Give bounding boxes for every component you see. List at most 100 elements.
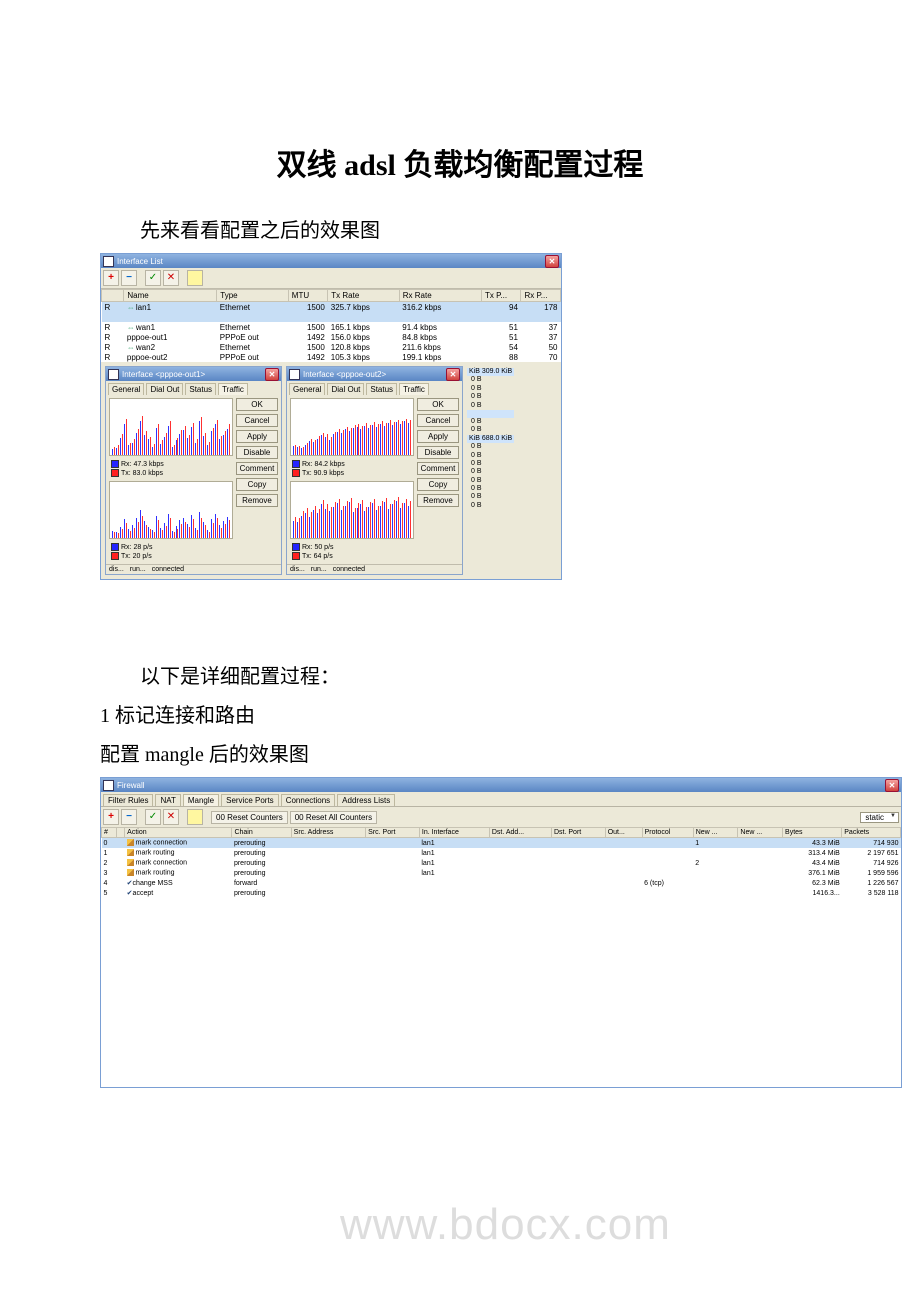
enable-button[interactable]: ✓ bbox=[145, 270, 161, 286]
table-row[interactable]: R pppoe-out2 PPPoE out1492 105.3 kbps199… bbox=[102, 352, 561, 362]
col[interactable]: New ... bbox=[693, 828, 738, 838]
comment-button[interactable] bbox=[187, 270, 203, 286]
intro-text: 先来看看配置之后的效果图 bbox=[100, 214, 820, 243]
copy-button[interactable]: Copy bbox=[236, 478, 278, 491]
col[interactable]: Dst. Port bbox=[552, 828, 606, 838]
tab-traffic[interactable]: Traffic bbox=[218, 383, 248, 395]
close-icon[interactable]: ✕ bbox=[545, 255, 559, 268]
window-icon bbox=[103, 780, 114, 791]
tab-address-lists[interactable]: Address Lists bbox=[337, 794, 395, 806]
interface-grid[interactable]: Name Type MTU Tx Rate Rx Rate Tx P... Rx… bbox=[101, 289, 561, 362]
reset-counters-button[interactable]: 00 Reset Counters bbox=[211, 811, 288, 824]
rx-color-icon bbox=[292, 543, 300, 551]
table-row[interactable]: R ⇔wan1 Ethernet1500 165.1 kbps91.4 kbps… bbox=[102, 322, 561, 332]
tab-dialout[interactable]: Dial Out bbox=[146, 383, 183, 395]
ok-button[interactable]: OK bbox=[236, 398, 278, 411]
table-row[interactable]: 5 ✔accept prerouting 1416.3... 3 528 118 bbox=[102, 888, 901, 898]
enable-button[interactable]: ✓ bbox=[145, 809, 161, 825]
tab-dialout[interactable]: Dial Out bbox=[327, 383, 364, 395]
table-row[interactable]: R ⇔wan2 Ethernet1500 120.8 kbps211.6 kbp… bbox=[102, 342, 561, 352]
table-row[interactable]: R ⇔lan1 Ethernet1500 325.7 kbps316.2 kbp… bbox=[102, 302, 561, 313]
tab-connections[interactable]: Connections bbox=[281, 794, 335, 806]
comment-button[interactable]: Comment bbox=[417, 462, 459, 475]
traffic-chart-kbps bbox=[290, 398, 414, 456]
window-title: Interface <pppoe-out1> bbox=[122, 370, 205, 379]
disable-button[interactable]: ✕ bbox=[163, 270, 179, 286]
copy-button[interactable]: Copy bbox=[417, 478, 459, 491]
tab-general[interactable]: General bbox=[108, 383, 144, 395]
tab-mangle[interactable]: Mangle bbox=[183, 794, 219, 806]
col[interactable]: Chain bbox=[232, 828, 291, 838]
table-row[interactable]: 4 ✔change MSS forward 6 (tcp) 62.3 MiB 1… bbox=[102, 878, 901, 888]
ok-button[interactable]: OK bbox=[417, 398, 459, 411]
table-row[interactable]: 2 mark connection prerouting lan1 2 43.4… bbox=[102, 858, 901, 868]
tab-status[interactable]: Status bbox=[366, 383, 397, 395]
pencil-icon bbox=[127, 849, 134, 856]
tab-status[interactable]: Status bbox=[185, 383, 216, 395]
titlebar[interactable]: Interface <pppoe-out1> ✕ bbox=[106, 367, 281, 381]
apply-button[interactable]: Apply bbox=[236, 430, 278, 443]
add-button[interactable]: + bbox=[103, 270, 119, 286]
col-rxp[interactable]: Rx P... bbox=[521, 290, 561, 302]
table-row[interactable]: 3 mark routing prerouting lan1 376.1 MiB… bbox=[102, 868, 901, 878]
titlebar[interactable]: Interface List ✕ bbox=[101, 254, 561, 268]
traffic-chart-pps bbox=[109, 481, 233, 539]
tab-traffic[interactable]: Traffic bbox=[399, 383, 429, 395]
table-row[interactable] bbox=[102, 312, 561, 322]
disable-button[interactable]: ✕ bbox=[163, 809, 179, 825]
remove-button[interactable]: − bbox=[121, 809, 137, 825]
add-button[interactable]: + bbox=[103, 809, 119, 825]
window-title: Interface List bbox=[117, 257, 163, 266]
titlebar[interactable]: Firewall ✕ bbox=[101, 778, 901, 792]
tab-general[interactable]: General bbox=[289, 383, 325, 395]
close-icon[interactable]: ✕ bbox=[885, 779, 899, 792]
tab-filter-rules[interactable]: Filter Rules bbox=[103, 794, 153, 806]
mangle-grid[interactable]: # ActionChainSrc. AddressSrc. PortIn. Int… bbox=[101, 827, 901, 1087]
cancel-button[interactable]: Cancel bbox=[417, 414, 459, 427]
reset-all-counters-button[interactable]: 00 Reset All Counters bbox=[290, 811, 377, 824]
col-txp[interactable]: Tx P... bbox=[481, 290, 520, 302]
col[interactable]: Dst. Add... bbox=[489, 828, 551, 838]
col-mtu[interactable]: MTU bbox=[288, 290, 327, 302]
filter-select[interactable]: static bbox=[860, 812, 899, 823]
table-row[interactable]: 0 mark connection prerouting lan1 1 43.3… bbox=[102, 838, 901, 849]
col-rxrate[interactable]: Rx Rate bbox=[399, 290, 481, 302]
col-txrate[interactable]: Tx Rate bbox=[328, 290, 400, 302]
close-icon[interactable]: ✕ bbox=[446, 368, 460, 381]
table-row[interactable]: R pppoe-out1 PPPoE out1492 156.0 kbps84.… bbox=[102, 332, 561, 342]
col[interactable]: Protocol bbox=[642, 828, 693, 838]
col[interactable]: Bytes bbox=[783, 828, 842, 838]
remove-button[interactable]: Remove bbox=[236, 494, 278, 507]
chart-legend: Rx: 50 p/s Tx: 64 p/s bbox=[290, 542, 414, 561]
col-type[interactable]: Type bbox=[217, 290, 289, 302]
col[interactable] bbox=[116, 828, 124, 838]
firewall-window: Firewall ✕ Filter Rules NAT Mangle Servi… bbox=[100, 777, 902, 1088]
close-icon[interactable]: ✕ bbox=[265, 368, 279, 381]
apply-button[interactable]: Apply bbox=[417, 430, 459, 443]
col[interactable]: Src. Address bbox=[291, 828, 365, 838]
col[interactable]: Out... bbox=[605, 828, 642, 838]
remove-button[interactable]: Remove bbox=[417, 494, 459, 507]
titlebar[interactable]: Interface <pppoe-out2> ✕ bbox=[287, 367, 462, 381]
pppoe-out2-window: Interface <pppoe-out2> ✕ General Dial Ou… bbox=[286, 366, 463, 575]
cancel-button[interactable]: Cancel bbox=[236, 414, 278, 427]
disable-button[interactable]: Disable bbox=[236, 446, 278, 459]
comment-button[interactable]: Comment bbox=[236, 462, 278, 475]
table-row[interactable]: 1 mark routing prerouting lan1 313.4 MiB… bbox=[102, 848, 901, 858]
col-name[interactable]: Name bbox=[124, 290, 217, 302]
col[interactable]: Packets bbox=[842, 828, 901, 838]
disable-button[interactable]: Disable bbox=[417, 446, 459, 459]
toolbar: + − ✓ ✕ 00 Reset Counters 00 Reset All C… bbox=[101, 807, 901, 827]
tx-color-icon bbox=[292, 469, 300, 477]
col[interactable]: New ... bbox=[738, 828, 783, 838]
col[interactable]: Src. Port bbox=[366, 828, 420, 838]
rx-color-icon bbox=[292, 460, 300, 468]
col[interactable]: # bbox=[102, 828, 117, 838]
col[interactable]: Action bbox=[125, 828, 232, 838]
comment-button[interactable] bbox=[187, 809, 203, 825]
col[interactable]: In. Interface bbox=[419, 828, 489, 838]
col-flag[interactable] bbox=[102, 290, 124, 302]
remove-button[interactable]: − bbox=[121, 270, 137, 286]
tab-service-ports[interactable]: Service Ports bbox=[221, 794, 279, 806]
tab-nat[interactable]: NAT bbox=[155, 794, 180, 806]
